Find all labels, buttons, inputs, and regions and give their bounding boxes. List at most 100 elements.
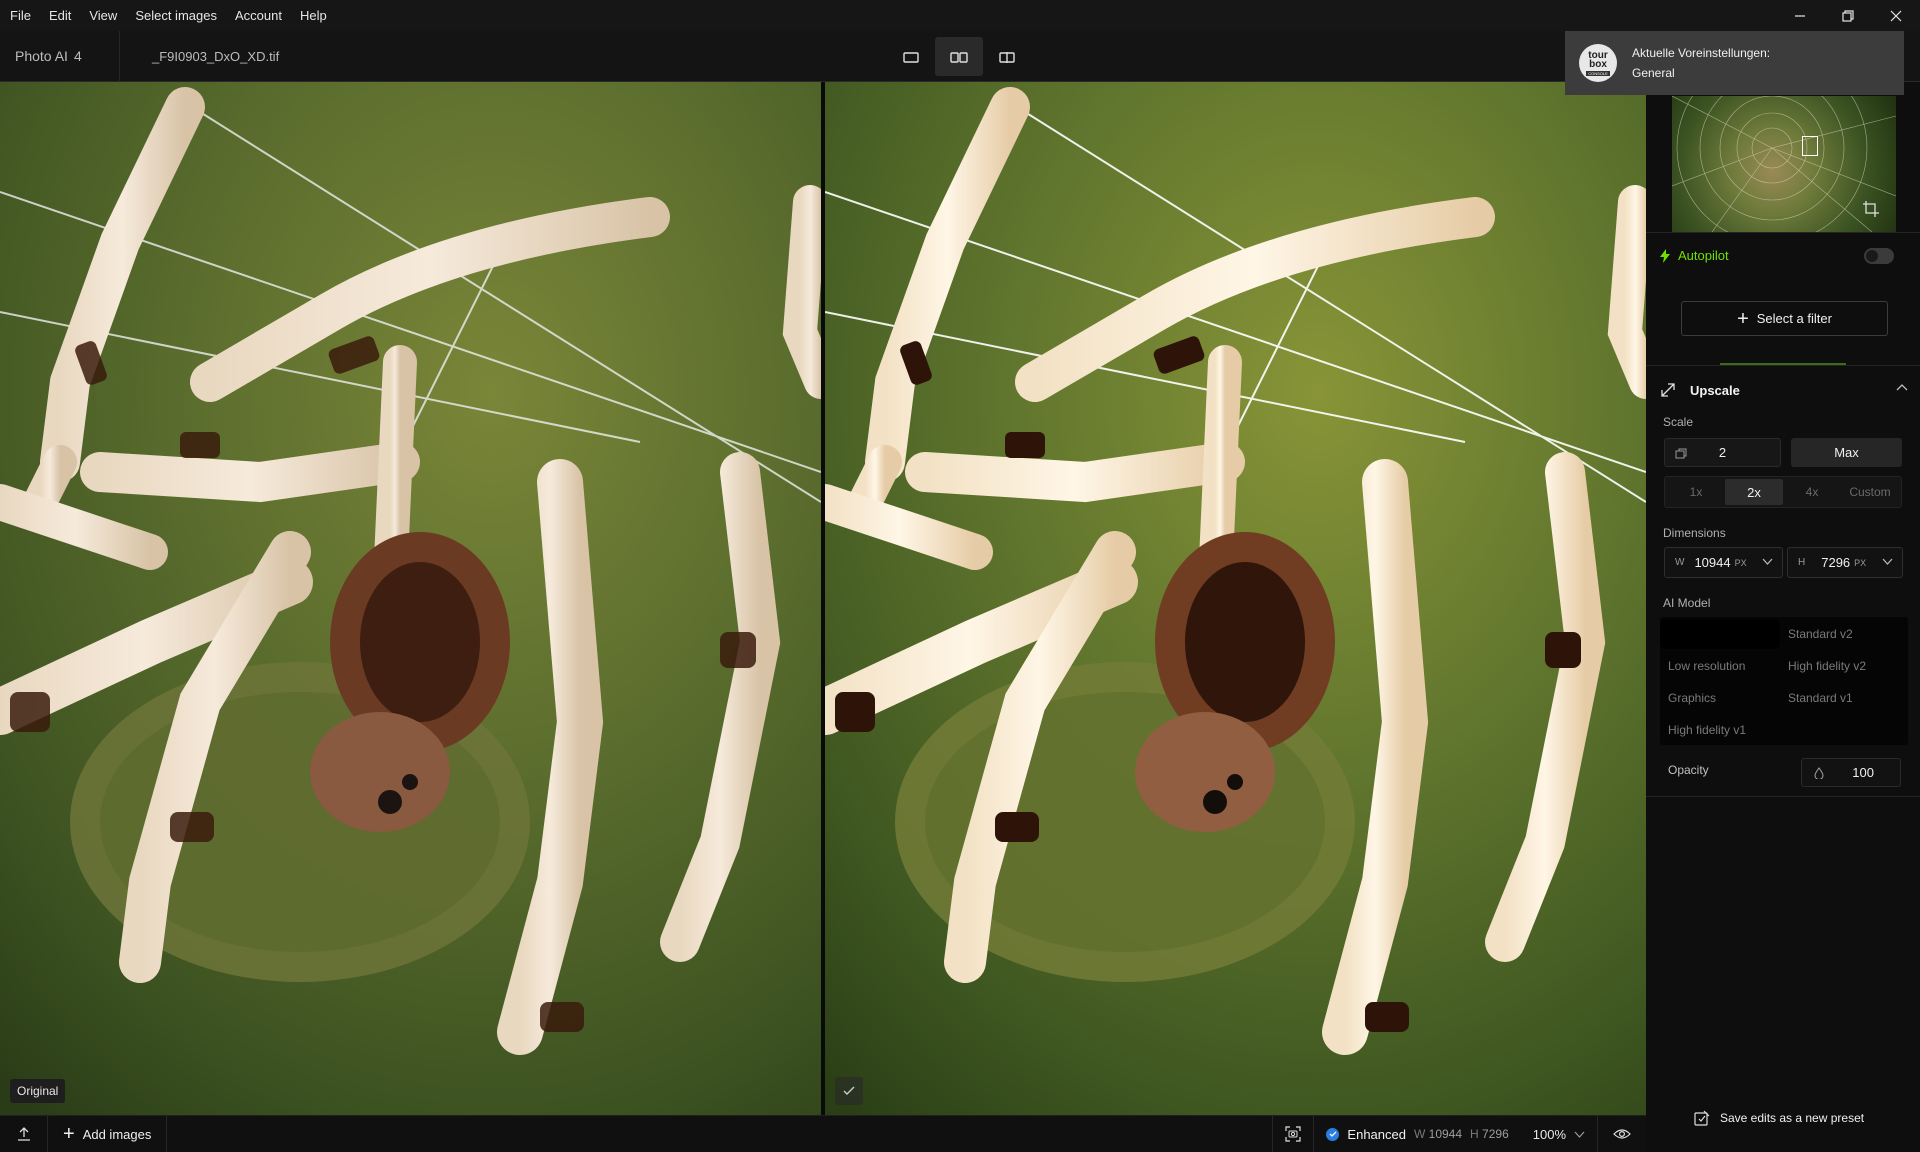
- menu-file[interactable]: File: [0, 0, 40, 31]
- height-value: 7296: [1821, 555, 1851, 570]
- height-field[interactable]: H 7296 PX: [1787, 547, 1903, 578]
- plus-icon: +: [1737, 307, 1749, 330]
- enhanced-check-button[interactable]: [835, 1077, 863, 1105]
- model-option-standard-v2[interactable]: Standard v2: [1780, 619, 1900, 649]
- chevron-down-icon: [1762, 558, 1773, 565]
- scale-value: 2: [1718, 445, 1727, 460]
- toast-message: Aktuelle Voreinstellungen: General: [1632, 43, 1770, 83]
- close-icon: [1890, 10, 1902, 21]
- chevron-down-icon: [1574, 1131, 1585, 1138]
- opacity-label: Opacity: [1668, 763, 1709, 777]
- select-filter-label: Select a filter: [1756, 311, 1832, 326]
- height-unit: PX: [1854, 557, 1867, 568]
- model-option-low-resolution[interactable]: Low resolution: [1660, 651, 1780, 681]
- width-field[interactable]: W 10944 PX: [1664, 547, 1783, 578]
- toast-line-2: General: [1632, 66, 1675, 80]
- export-icon: [17, 1127, 30, 1141]
- scale-options: 1x 2x 4x Custom: [1664, 476, 1902, 508]
- bottom-status-group: Enhanced W 10944 H 7296 100%: [1272, 1116, 1646, 1152]
- export-button[interactable]: [0, 1116, 48, 1152]
- scale-option-custom[interactable]: Custom: [1841, 479, 1899, 505]
- original-label: Original: [10, 1079, 66, 1103]
- upscale-header[interactable]: Upscale: [1660, 379, 1908, 401]
- side-panel: Autopilot + Select a filter Upscale Scal…: [1646, 82, 1920, 1152]
- single-view-button[interactable]: [887, 37, 935, 76]
- w-axis: W: [1413, 1127, 1426, 1141]
- toggle-knob: [1866, 250, 1878, 262]
- restore-button[interactable]: [1824, 0, 1872, 31]
- h-axis: H: [1470, 1127, 1479, 1141]
- scale-input[interactable]: 2: [1664, 438, 1781, 467]
- dimensions-label: Dimensions: [1663, 526, 1726, 540]
- model-option-high-fidelity-v2[interactable]: High fidelity v2: [1780, 651, 1900, 681]
- enhanced-status: Enhanced W 10944 H 7296: [1314, 1116, 1520, 1152]
- original-image-pane[interactable]: Original: [0, 82, 821, 1115]
- enhanced-check-icon: [1326, 1127, 1340, 1141]
- minimize-icon: [1795, 14, 1805, 17]
- autopilot-row: Autopilot: [1660, 248, 1729, 263]
- opacity-input[interactable]: 100: [1801, 758, 1901, 787]
- height-axis-label: H: [1798, 557, 1806, 568]
- eye-icon: [1613, 1129, 1631, 1139]
- ai-model-label: AI Model: [1663, 596, 1711, 610]
- scale-option-4x[interactable]: 4x: [1783, 479, 1841, 505]
- split-view-icon: [999, 51, 1015, 63]
- lightning-icon: [1660, 248, 1670, 263]
- side-by-side-view-button[interactable]: [935, 37, 983, 76]
- enhanced-label: Enhanced: [1347, 1126, 1406, 1142]
- spider-photo-original: [0, 82, 821, 1115]
- zoom-dropdown[interactable]: 100%: [1521, 1116, 1597, 1152]
- enhanced-image-pane[interactable]: [825, 82, 1646, 1115]
- zoom-value: 100%: [1532, 1126, 1566, 1142]
- scale-option-1x[interactable]: 1x: [1667, 479, 1725, 505]
- camera-capture-icon: [1285, 1126, 1302, 1142]
- snapshot-button[interactable]: [1273, 1116, 1313, 1152]
- panel-separator: [1646, 232, 1920, 233]
- window-controls: [1776, 0, 1920, 31]
- tourbox-logo-icon: tour box CONSOLE: [1579, 44, 1617, 82]
- autopilot-label: Autopilot: [1678, 248, 1729, 263]
- close-button[interactable]: [1872, 0, 1920, 31]
- split-view-button[interactable]: [983, 37, 1031, 76]
- add-images-button[interactable]: + Add images: [48, 1116, 168, 1152]
- minimize-button[interactable]: [1776, 0, 1824, 31]
- w-value: 10944: [1428, 1127, 1463, 1141]
- output-height-readout: H 7296: [1470, 1127, 1509, 1141]
- file-name: _F9I0903_DxO_XD.tif: [152, 49, 280, 64]
- upscale-title: Upscale: [1690, 382, 1740, 398]
- save-preset-icon: [1694, 1110, 1710, 1126]
- upscale-icon: [1661, 383, 1675, 397]
- select-filter-button[interactable]: + Select a filter: [1681, 301, 1888, 336]
- menu-view[interactable]: View: [80, 0, 126, 31]
- preview-toggle-button[interactable]: [1598, 1116, 1646, 1152]
- menu-bar: File Edit View Select images Account Hel…: [0, 0, 1920, 31]
- checkmark-icon: [843, 1086, 855, 1095]
- chevron-up-icon: [1896, 384, 1908, 391]
- max-scale-button[interactable]: Max: [1791, 438, 1902, 467]
- model-option-standard-v1[interactable]: Standard v1: [1780, 683, 1900, 713]
- model-option-graphics[interactable]: Graphics: [1660, 683, 1780, 713]
- menu-select-images[interactable]: Select images: [126, 0, 226, 31]
- menu-help[interactable]: Help: [291, 0, 336, 31]
- ai-model-grid: Standard v2 Low resolution High fidelity…: [1660, 617, 1908, 745]
- opacity-value: 100: [1852, 765, 1874, 780]
- model-option-selected[interactable]: [1660, 619, 1780, 649]
- add-images-label: Add images: [82, 1126, 152, 1142]
- spider-photo-enhanced: [825, 82, 1646, 1115]
- model-option-high-fidelity-v1[interactable]: High fidelity v1: [1660, 715, 1780, 745]
- view-mode-group: [887, 37, 1031, 76]
- menu-account[interactable]: Account: [226, 0, 291, 31]
- restore-icon: [1842, 9, 1854, 22]
- autopilot-toggle[interactable]: [1864, 248, 1894, 264]
- opacity-drop-icon: [1814, 767, 1824, 779]
- single-view-icon: [903, 51, 919, 63]
- app-name: Photo AI: [15, 48, 68, 64]
- crop-button[interactable]: [1862, 200, 1880, 221]
- logo-subtext: CONSOLE: [1586, 70, 1610, 76]
- save-preset-label: Save edits as a new preset: [1720, 1111, 1865, 1125]
- navigator-viewport-frame[interactable]: [1802, 136, 1818, 156]
- panel-separator: [1646, 365, 1920, 366]
- scale-option-2x[interactable]: 2x: [1725, 479, 1783, 505]
- save-preset-button[interactable]: Save edits as a new preset: [1694, 1110, 1864, 1126]
- menu-edit[interactable]: Edit: [40, 0, 80, 31]
